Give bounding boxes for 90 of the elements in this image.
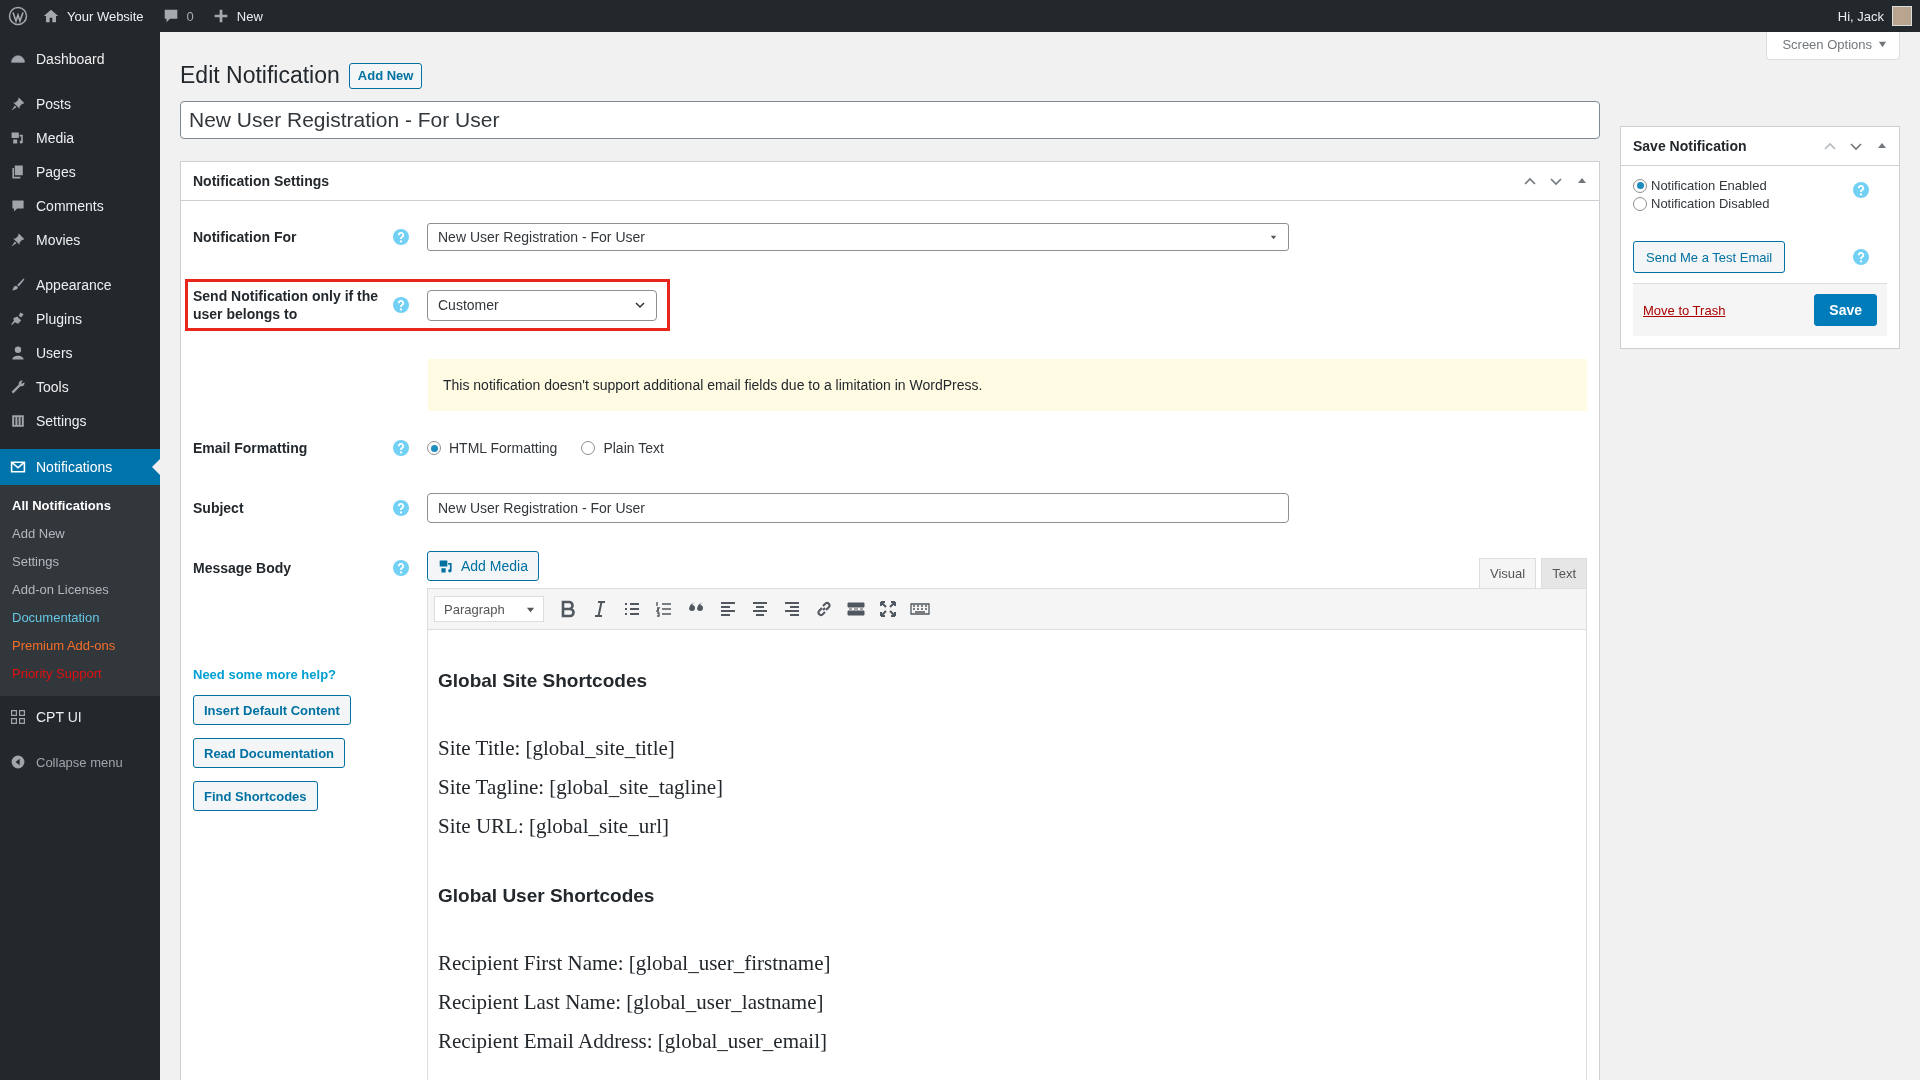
- content-line: Site Title: [global_site_title]: [438, 736, 676, 761]
- radio-label: HTML Formatting: [449, 440, 558, 456]
- menu-icon: [10, 379, 26, 395]
- wordpress-logo-icon[interactable]: [8, 6, 28, 26]
- menu-item[interactable]: Media: [0, 121, 160, 155]
- panel-title: Save Notification: [1633, 138, 1747, 154]
- link-icon[interactable]: [814, 599, 834, 619]
- title-field[interactable]: New User Registration - For User: [180, 101, 1600, 139]
- menu-icon: [10, 311, 26, 327]
- format-select[interactable]: Paragraph: [434, 596, 544, 622]
- alignl-icon[interactable]: [718, 599, 738, 619]
- menu-icon: [10, 345, 26, 361]
- radio-button[interactable]: [1633, 196, 1647, 211]
- menu-item[interactable]: Plugins: [0, 302, 160, 336]
- add-media-button[interactable]: Add Media: [427, 551, 539, 581]
- site-name-link[interactable]: Your Website: [67, 8, 144, 24]
- page-title: Edit Notification: [180, 62, 340, 89]
- menu-item[interactable]: CPT UI: [0, 700, 160, 734]
- screen-options-button[interactable]: Screen Options: [1766, 32, 1900, 60]
- content-line: Recipient First Name: [global_user_firstname]: [438, 951, 832, 976]
- editor-tab[interactable]: Visual: [1478, 558, 1537, 588]
- field-label: Message Body: [193, 559, 293, 577]
- radio-button[interactable]: [581, 441, 596, 455]
- radio-label: Plain Text: [603, 440, 664, 456]
- content-line: Site URL: [global_site_url]: [438, 814, 670, 839]
- menu-item[interactable]: Settings: [0, 404, 160, 438]
- submenu-item[interactable]: Premium Add-ons: [0, 632, 160, 660]
- menu-item[interactable]: Users: [0, 336, 160, 370]
- help-button[interactable]: Read Documentation: [193, 738, 345, 768]
- panel-title: Notification Settings: [193, 173, 330, 189]
- help-text: Need some more help?: [193, 667, 337, 682]
- radio-button[interactable]: [427, 441, 441, 455]
- alignr-icon[interactable]: [782, 599, 802, 619]
- home-icon[interactable]: [42, 7, 60, 25]
- editor-tab[interactable]: Text: [1541, 558, 1587, 588]
- submenu-item[interactable]: Add New: [0, 520, 160, 548]
- content-heading: Global User Shortcodes: [438, 885, 656, 907]
- radio-label: Notification Disabled: [1651, 196, 1770, 211]
- notification-for-select[interactable]: New User Registration - For User: [427, 223, 1289, 251]
- menu-icon: [10, 459, 26, 475]
- caret-icon: [1878, 40, 1887, 49]
- add-new-button[interactable]: Add New: [348, 62, 423, 89]
- field-label: Email Formatting: [193, 439, 309, 457]
- collapse-menu-button[interactable]: Collapse menu: [0, 745, 160, 779]
- field-label: Send Notification only if the user belongs to: [193, 287, 380, 323]
- content-line: Site Tagline: [global_site_tagline]: [438, 775, 725, 800]
- menu-icon: [10, 130, 26, 146]
- help-button[interactable]: Find Shortcodes: [193, 781, 318, 811]
- collapse-icon: [10, 754, 26, 770]
- submenu-item[interactable]: Documentation: [0, 604, 160, 632]
- field-label: Subject: [193, 499, 245, 517]
- menu-icon: [10, 709, 26, 725]
- submenu-item[interactable]: All Notifications: [0, 492, 160, 520]
- menu-icon: [10, 96, 26, 112]
- chevron-icon: [634, 299, 646, 311]
- help-button[interactable]: Insert Default Content: [193, 695, 351, 725]
- user-role-select[interactable]: Customer: [427, 289, 657, 321]
- menu-item[interactable]: Movies: [0, 223, 160, 257]
- menu-item[interactable]: Posts: [0, 87, 160, 121]
- menu-item[interactable]: Pages: [0, 155, 160, 189]
- full-icon[interactable]: [878, 599, 898, 619]
- ol-icon[interactable]: [654, 599, 674, 619]
- menu-icon: [10, 232, 26, 248]
- content-heading: Global Site Shortcodes: [438, 670, 649, 692]
- content-line: Recipient Last Name: [global_user_lastname]: [438, 990, 825, 1015]
- menu-icon: [10, 413, 26, 429]
- alignc-icon[interactable]: [750, 599, 770, 619]
- menu-item[interactable]: Dashboard: [0, 42, 160, 76]
- content-line: Recipient Email Address: [global_user_email]: [438, 1029, 828, 1054]
- greeting-link[interactable]: Hi, Jack: [1837, 8, 1884, 24]
- menu-icon: [10, 198, 26, 214]
- menu-item[interactable]: Comments: [0, 189, 160, 223]
- subject-field[interactable]: New User Registration - For User: [427, 493, 1289, 523]
- menu-item[interactable]: Appearance: [0, 268, 160, 302]
- submenu-item[interactable]: Settings: [0, 548, 160, 576]
- menu-item[interactable]: Tools: [0, 370, 160, 404]
- radio-label: Notification Enabled: [1651, 178, 1767, 193]
- more-icon[interactable]: [846, 599, 866, 619]
- menu-icon: [10, 277, 26, 293]
- submenu-item[interactable]: Add-on Licenses: [0, 576, 160, 604]
- radio-button[interactable]: [1633, 178, 1647, 193]
- menu-icon: [10, 164, 26, 180]
- test-email-button[interactable]: Send Me a Test Email: [1633, 241, 1786, 273]
- new-link[interactable]: New: [236, 8, 263, 24]
- comment-count[interactable]: 0: [186, 8, 194, 24]
- field-label: Notification For: [193, 228, 298, 246]
- menu-item[interactable]: Notifications: [0, 449, 160, 485]
- notice: This notification doesn't support additional email fields due to a limitation in WordPress.: [428, 359, 1587, 411]
- save-button[interactable]: Save: [1814, 294, 1877, 326]
- move-to-trash-link[interactable]: Move to Trash: [1643, 302, 1726, 318]
